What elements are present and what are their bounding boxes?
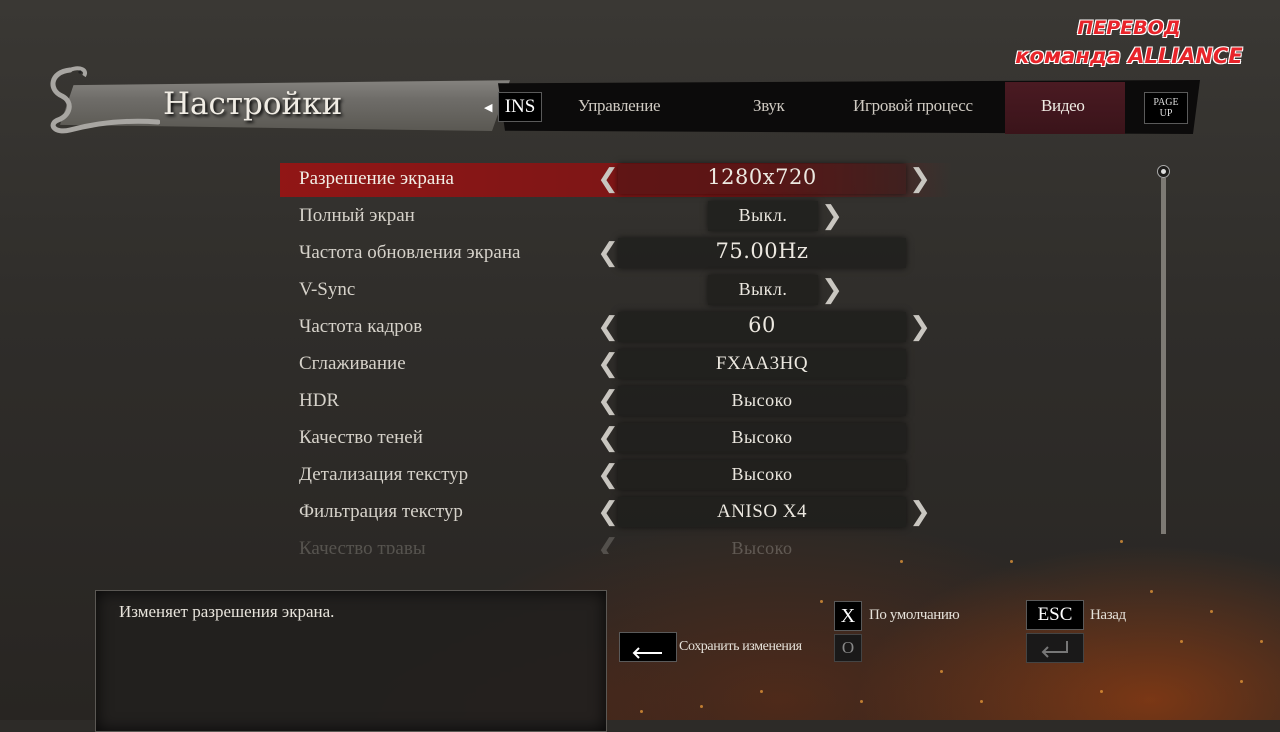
back-label[interactable]: Назад bbox=[1090, 607, 1126, 624]
chevron-right-icon[interactable]: ❯ bbox=[908, 314, 932, 340]
watermark-line1: ПЕРЕВОД bbox=[1077, 17, 1181, 39]
setting-label-grass-quality[interactable]: Качество травы bbox=[299, 538, 426, 554]
setting-value-shadow-quality: Высоко bbox=[731, 427, 793, 447]
setting-value-antialiasing: FXAA3HQ bbox=[715, 353, 809, 374]
chevron-left-icon[interactable]: ❮ bbox=[596, 536, 620, 554]
setting-value-refresh-rate: 75.00Hz bbox=[715, 239, 809, 263]
back-key[interactable]: ESC bbox=[1026, 600, 1084, 630]
next-tab-key[interactable]: PAGE UP bbox=[1144, 92, 1188, 124]
translation-watermark: ПЕРЕВОД команда ALLIANCE bbox=[1004, 14, 1254, 70]
chevron-left-icon[interactable]: ❮ bbox=[596, 351, 620, 377]
setting-value-grass-quality: Высоко bbox=[731, 538, 793, 554]
scrollbar-track[interactable] bbox=[1161, 178, 1166, 534]
setting-label-fullscreen[interactable]: Полный экран bbox=[299, 205, 415, 227]
setting-value-vsync: Выкл. bbox=[738, 279, 788, 299]
tab-controls[interactable]: Управление bbox=[578, 96, 661, 116]
watermark-line2: команда ALLIANCE bbox=[1015, 44, 1243, 68]
setting-label-hdr[interactable]: HDR bbox=[299, 390, 339, 412]
setting-label-texture-filtering[interactable]: Фильтрация текстур bbox=[299, 501, 463, 523]
serpent-ornament-icon bbox=[50, 66, 160, 134]
chevron-left-icon[interactable]: ❮ bbox=[596, 240, 620, 266]
default-key[interactable]: X bbox=[834, 601, 862, 631]
setting-value-fullscreen: Выкл. bbox=[738, 205, 788, 225]
chevron-left-icon[interactable]: ❮ bbox=[596, 314, 620, 340]
tab-video[interactable]: Видео bbox=[1041, 96, 1085, 116]
chevron-left-icon[interactable]: ❮ bbox=[596, 499, 620, 525]
setting-value-frame-rate: 60 bbox=[748, 313, 776, 337]
chevron-right-icon[interactable]: ❯ bbox=[908, 499, 932, 525]
setting-value-texture-filtering: ANISO X4 bbox=[716, 501, 808, 522]
chevron-right-icon[interactable]: ❯ bbox=[820, 203, 844, 229]
chevron-right-icon[interactable]: ❯ bbox=[908, 166, 932, 192]
setting-value-resolution: 1280x720 bbox=[707, 165, 817, 189]
chevron-left-icon[interactable]: ❮ bbox=[596, 166, 620, 192]
setting-label-texture-detail[interactable]: Детализация текстур bbox=[299, 464, 468, 486]
setting-row-grass-clip: Качество травы ❮ Высоко bbox=[280, 530, 960, 554]
arrow-left-icon bbox=[632, 647, 662, 659]
setting-label-vsync[interactable]: V-Sync bbox=[299, 279, 355, 301]
alt-key[interactable]: O bbox=[834, 634, 862, 662]
setting-value-hdr: Высоко bbox=[731, 390, 793, 410]
page-title: Настройки bbox=[163, 86, 343, 122]
chevron-left-icon[interactable]: ❮ bbox=[596, 462, 620, 488]
chevron-right-icon[interactable]: ❯ bbox=[820, 277, 844, 303]
enter-key[interactable] bbox=[619, 632, 677, 662]
return-arrow-icon bbox=[1041, 641, 1068, 658]
default-label[interactable]: По умолчанию bbox=[869, 607, 960, 624]
chevron-left-icon[interactable]: ❮ bbox=[596, 388, 620, 414]
setting-label-shadow-quality[interactable]: Качество теней bbox=[299, 427, 423, 449]
save-changes-label[interactable]: Сохранить изменения bbox=[679, 639, 802, 655]
setting-label-antialiasing[interactable]: Сглаживание bbox=[299, 353, 406, 375]
scrollbar-thumb[interactable] bbox=[1157, 165, 1170, 178]
next-key-line1: PAGE bbox=[1153, 97, 1179, 108]
setting-label-refresh-rate[interactable]: Частота обновления экрана bbox=[299, 242, 520, 264]
left-arrow-icon: ◀ bbox=[484, 101, 493, 114]
tab-gameplay[interactable]: Игровой процесс bbox=[853, 96, 973, 116]
setting-label-resolution[interactable]: Разрешение экрана bbox=[299, 168, 454, 190]
prev-tab-key[interactable]: INS bbox=[498, 92, 542, 122]
return-key[interactable] bbox=[1026, 633, 1084, 663]
next-key-line2: UP bbox=[1159, 108, 1173, 119]
chevron-left-icon[interactable]: ❮ bbox=[596, 425, 620, 451]
tab-sound[interactable]: Звук bbox=[753, 96, 785, 116]
setting-label-frame-rate[interactable]: Частота кадров bbox=[299, 316, 422, 338]
setting-value-texture-detail: Высоко bbox=[731, 464, 793, 484]
setting-description: Изменяет разрешения экрана. bbox=[119, 602, 335, 621]
